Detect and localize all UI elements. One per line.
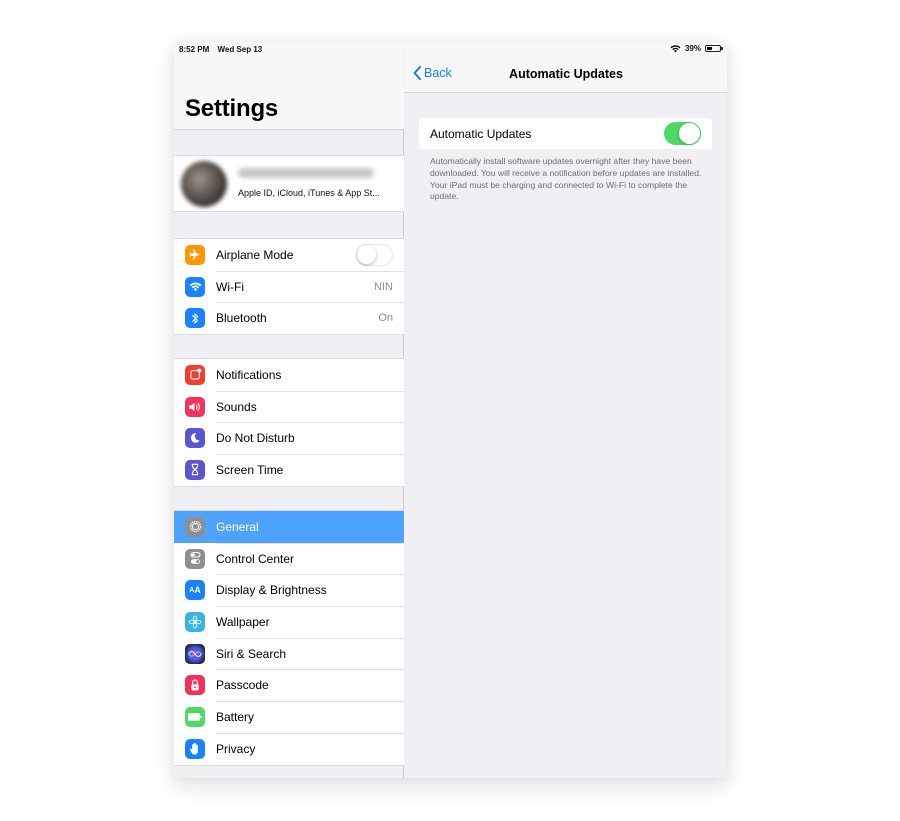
sidebar-item-do-not-disturb[interactable]: Do Not Disturb <box>174 422 404 454</box>
sidebar-item-bluetooth[interactable]: Bluetooth On <box>174 302 404 334</box>
settings-group-alerts: Notifications Sounds Do Not Disturb Scre… <box>174 358 404 487</box>
battery-icon <box>185 706 205 727</box>
sidebar-item-screen-time[interactable]: Screen Time <box>174 454 404 486</box>
automatic-updates-setting-row: Automatic Updates <box>419 118 712 149</box>
sidebar-item-label: Wallpaper <box>216 614 270 629</box>
settings-master-pane: Settings Apple ID, iCloud, iTunes & App … <box>174 42 404 778</box>
flower-icon <box>185 611 205 632</box>
sidebar-item-privacy[interactable]: Privacy <box>174 732 404 765</box>
detail-title: Automatic Updates <box>509 67 623 81</box>
automatic-updates-description: Automatically install software updates o… <box>430 156 702 202</box>
sidebar-item-wallpaper[interactable]: Wallpaper <box>174 606 404 638</box>
sidebar-item-label: Screen Time <box>216 462 284 477</box>
status-right: 39% <box>670 44 723 53</box>
status-bar: 8:52 PM Wed Sep 13 39% <box>174 42 727 56</box>
airplane-mode-toggle[interactable] <box>356 243 393 266</box>
sidebar-item-battery[interactable]: Battery <box>174 701 404 733</box>
bluetooth-icon <box>185 308 205 329</box>
automatic-updates-toggle[interactable] <box>664 122 701 145</box>
sidebar-item-label: Do Not Disturb <box>216 431 295 446</box>
status-time: 8:52 PM <box>179 45 210 54</box>
status-left: 8:52 PM Wed Sep 13 <box>179 45 268 54</box>
sidebar-item-label: Bluetooth <box>216 311 267 326</box>
toggle-knob <box>357 244 376 264</box>
gear-icon <box>185 516 205 537</box>
hourglass-icon <box>185 459 205 480</box>
battery-percent: 39% <box>684 44 701 53</box>
switches-icon <box>185 548 205 569</box>
sidebar-item-label: Control Center <box>216 551 295 566</box>
sidebar-item-label: Siri & Search <box>216 646 287 661</box>
sidebar-item-siri-search[interactable]: Siri & Search <box>174 637 404 670</box>
settings-group-system: General Control Center AA Display & Brig… <box>174 510 404 766</box>
sidebar-item-general[interactable]: General <box>174 511 404 543</box>
siri-icon <box>185 643 205 664</box>
automatic-updates-label: Automatic Updates <box>430 127 532 141</box>
apple-id-profile[interactable]: Apple ID, iCloud, iTunes & App St... <box>174 155 404 212</box>
sidebar-item-label: General <box>216 519 259 534</box>
notifications-icon <box>185 364 205 385</box>
sidebar-item-label: Airplane Mode <box>216 247 294 262</box>
text-size-icon: AA <box>185 580 205 601</box>
sidebar-item-label: Wi-Fi <box>216 279 244 294</box>
hand-icon <box>185 738 205 759</box>
sidebar-item-label: Sounds <box>216 399 257 414</box>
toggle-knob <box>679 123 700 144</box>
battery-fill <box>707 47 712 50</box>
battery-icon <box>705 45 723 52</box>
automatic-updates-detail-pane: Back Automatic Updates Automatic Updates… <box>405 42 727 778</box>
status-date: Wed Sep 13 <box>217 45 263 54</box>
bluetooth-status-value: On <box>378 312 393 325</box>
sidebar-item-display-brightness[interactable]: AA Display & Brightness <box>174 574 404 606</box>
page-title: Settings <box>185 95 279 122</box>
wifi-network-value: NIN <box>374 280 393 293</box>
sidebar-item-label: Passcode <box>216 678 269 693</box>
ipad-screen: 8:52 PM Wed Sep 13 39% Settings Apple ID… <box>174 42 727 778</box>
sidebar-item-label: Notifications <box>216 367 282 382</box>
profile-subtitle: Apple ID, iCloud, iTunes & App St... <box>238 188 380 198</box>
sidebar-item-control-center[interactable]: Control Center <box>174 542 404 575</box>
profile-name-blurred <box>238 168 374 178</box>
sidebar-item-label: Battery <box>216 709 255 724</box>
sidebar-item-wifi[interactable]: Wi-Fi NIN <box>174 270 404 303</box>
wifi-icon <box>670 44 681 52</box>
settings-group-connectivity: Airplane Mode Wi-Fi NIN Bluetooth On <box>174 238 404 336</box>
moon-icon <box>185 428 205 449</box>
sidebar-item-passcode[interactable]: Passcode <box>174 669 404 701</box>
lock-icon <box>185 675 205 696</box>
sidebar-item-label: Display & Brightness <box>216 583 327 598</box>
sidebar-item-label: Privacy <box>216 741 256 756</box>
sounds-icon <box>185 396 205 417</box>
sidebar-item-notifications[interactable]: Notifications <box>174 359 404 391</box>
wifi-icon <box>185 276 205 297</box>
airplane-icon <box>185 244 205 265</box>
avatar <box>181 161 227 207</box>
sidebar-item-sounds[interactable]: Sounds <box>174 390 404 423</box>
sidebar-item-airplane-mode[interactable]: Airplane Mode <box>174 239 404 271</box>
